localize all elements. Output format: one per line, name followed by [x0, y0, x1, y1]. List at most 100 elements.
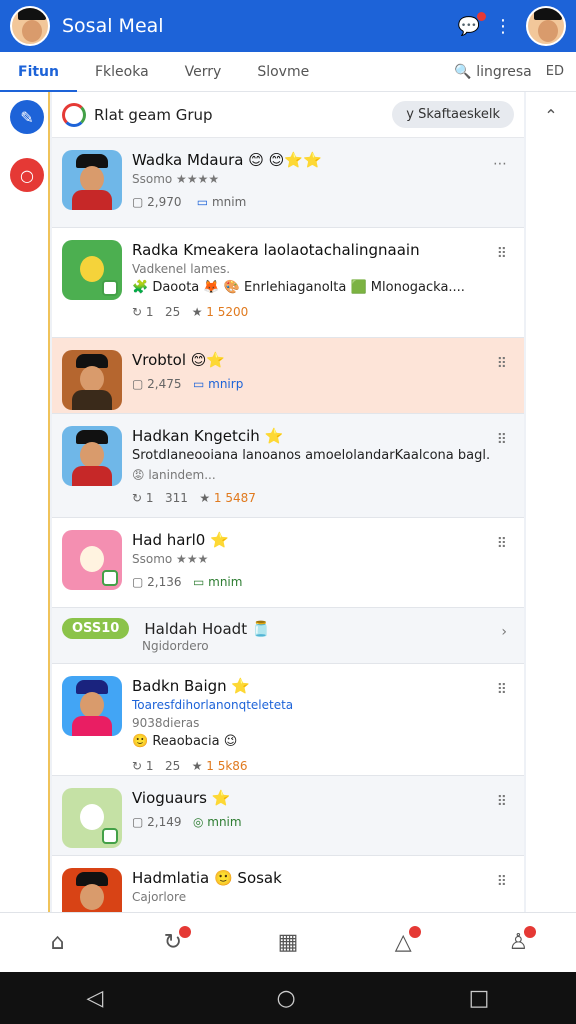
- stat-label: mnim: [207, 815, 242, 829]
- item-sub: Ssomo ★★★★: [132, 172, 220, 186]
- bottom-nav: ⌂ ↻ ▦ △ ♙: [0, 912, 576, 972]
- list-item[interactable]: Hadkan Kngetcih ⭐ Srotdlaneooiana lanoan…: [52, 414, 524, 518]
- app-title: Sosal Meal: [62, 15, 164, 37]
- home-icon[interactable]: ⌂: [38, 930, 78, 955]
- item-name: Hadmlatia 🙂 Sosak: [132, 869, 282, 887]
- drag-handle-icon[interactable]: ⠿: [497, 874, 508, 890]
- item-desc: 🧩 Daoota 🦊 🎨 Enrlehiaganolta 🟩 Mlonogack…: [132, 280, 465, 295]
- bell-icon[interactable]: △: [383, 926, 423, 955]
- stat-count: 1: [145, 305, 154, 319]
- tab-slovme[interactable]: Slovme: [239, 52, 327, 92]
- item-desc-2: 🙂 Reaobacia 😉: [132, 734, 238, 749]
- search-icon: 🔍: [454, 63, 472, 80]
- drag-handle-icon[interactable]: ⠿: [497, 356, 508, 372]
- profile-icon[interactable]: ♙: [498, 926, 538, 955]
- promo-badge: OSS10: [62, 618, 130, 639]
- item-name: Wadka Mdaura 😊 😊⭐⭐: [132, 151, 322, 169]
- thumbnail: [62, 426, 122, 486]
- thumbnail: [62, 530, 122, 590]
- thumbnail: [62, 676, 122, 736]
- drag-handle-icon[interactable]: ⠿: [497, 682, 508, 698]
- drag-handle-icon[interactable]: ⠿: [497, 794, 508, 810]
- item-name: Vrobtol 😊⭐: [132, 351, 226, 369]
- tab-fitun[interactable]: Fitun: [0, 52, 77, 92]
- promo-row[interactable]: OSS10 Haldah Hoadt 🫙 Ngidordero ›: [52, 608, 524, 664]
- list-item[interactable]: Vioguaurs ⭐ ▢ 2,149 ◎ mnim ⠿: [52, 776, 524, 856]
- feed-list[interactable]: Rlat geam Grup y Skaftaeskelk Wadka Mdau…: [52, 92, 524, 912]
- item-desc: Toaresfdihorlanonqteleteta: [132, 698, 294, 712]
- refresh-icon[interactable]: ↻: [153, 926, 193, 955]
- group-title: Rlat geam Grup: [94, 105, 213, 124]
- chevron-right-icon[interactable]: ›: [501, 624, 508, 640]
- more-vertical-icon[interactable]: ⋮: [494, 16, 512, 37]
- item-sub: 9038dieras: [132, 716, 200, 730]
- item-stats: ▢ 2,149 ◎ mnim: [132, 815, 242, 829]
- stat-count: 2,970: [147, 195, 182, 209]
- item-stats: ▢ 2,475 ▭ mnirp: [132, 377, 244, 391]
- tab-bar: Fitun Fkleoka Verry Slovme 🔍 lingresa ED: [0, 52, 576, 92]
- group-logo-icon: [62, 102, 86, 127]
- more-options-icon[interactable]: ⋯: [493, 156, 508, 172]
- calendar-icon[interactable]: ▦: [268, 930, 308, 955]
- search-label: lingresa: [476, 63, 532, 80]
- tab-verry[interactable]: Verry: [167, 52, 240, 92]
- stat-count: 1: [145, 759, 154, 773]
- item-sub: 😡 lanindem...: [132, 468, 216, 482]
- item-name: Hadkan Kngetcih ⭐: [132, 427, 284, 445]
- item-sub: Vadkenel lames.: [132, 262, 231, 276]
- list-item[interactable]: Radka Kmeakera laolaotachalingnaain Vadk…: [52, 228, 524, 338]
- pin-icon[interactable]: ✎: [10, 100, 44, 134]
- tab-fkleoka[interactable]: Fkleoka: [77, 52, 167, 92]
- recents-icon[interactable]: □: [469, 986, 490, 1011]
- stat-count-2: 311: [164, 491, 188, 505]
- list-item[interactable]: Wadka Mdaura 😊 😊⭐⭐ Ssomo ★★★★ ▢ 2,970 ▭ …: [52, 138, 524, 228]
- left-rail: ✎ ○: [0, 92, 50, 912]
- stat-count: 1: [145, 491, 154, 505]
- item-name: Vioguaurs ⭐: [132, 789, 231, 807]
- search-button[interactable]: 🔍 lingresa: [454, 64, 545, 80]
- drag-handle-icon[interactable]: ⠿: [497, 536, 508, 552]
- stat-value: 1 5200: [206, 305, 249, 319]
- thumbnail: [62, 350, 122, 410]
- top-app-bar: Sosal Meal 💬 ⋮: [0, 0, 576, 52]
- list-item[interactable]: Badkn Baign ⭐ Toaresfdihorlanonqteleteta…: [52, 664, 524, 776]
- profile-avatar[interactable]: [10, 6, 50, 46]
- home-circle-icon[interactable]: ○: [276, 986, 295, 1011]
- list-item[interactable]: Hadmlatia 🙂 Sosak Cajorlore ⠿: [52, 856, 524, 912]
- group-filter-pill[interactable]: y Skaftaeskelk: [392, 101, 514, 128]
- thumbnail: [62, 788, 122, 848]
- stat-value: 1 5k86: [206, 759, 248, 773]
- item-stats: ↻ 1 25 ★ 1 5200: [132, 305, 249, 319]
- message-icon[interactable]: 💬: [458, 11, 486, 37]
- stat-label: mnim: [211, 195, 247, 209]
- item-name: Badkn Baign ⭐: [132, 677, 251, 695]
- drag-handle-icon[interactable]: ⠿: [497, 432, 508, 448]
- item-stats: ▢ 2,136 ▭ mnim: [132, 575, 243, 589]
- chevron-up-icon[interactable]: ⌃: [544, 106, 557, 125]
- item-name: Had harl0 ⭐: [132, 531, 229, 549]
- tab-end-button[interactable]: ED: [546, 64, 576, 79]
- promo-sub: Ngidordero: [142, 639, 209, 653]
- user-avatar[interactable]: [526, 6, 566, 46]
- item-stats: ↻ 1 311 ★ 1 5487: [132, 491, 256, 505]
- item-sub: Ssomo ★★★: [132, 552, 209, 566]
- system-nav-bar: ◁ ○ □: [0, 972, 576, 1024]
- list-item[interactable]: Vrobtol 😊⭐ ▢ 2,475 ▭ mnirp ⠿: [52, 338, 524, 414]
- chat-icon[interactable]: ○: [10, 158, 44, 192]
- stat-label: mnirp: [208, 377, 244, 391]
- group-header: Rlat geam Grup y Skaftaeskelk: [52, 92, 524, 138]
- back-icon[interactable]: ◁: [87, 986, 104, 1011]
- stat-count-2: 25: [164, 305, 181, 319]
- stat-label: mnim: [208, 575, 243, 589]
- item-desc: Srotdlaneooiana lanoanos amoelolandarKaa…: [132, 448, 491, 463]
- thumbnail: [62, 868, 122, 912]
- stat-count: 2,136: [147, 575, 182, 589]
- item-stats: ▢ 2,970 ▭ mnim: [132, 195, 247, 209]
- thumbnail: [62, 240, 122, 300]
- list-item[interactable]: Had harl0 ⭐ Ssomo ★★★ ▢ 2,136 ▭ mnim ⠿: [52, 518, 524, 608]
- stat-count: 2,475: [147, 377, 182, 391]
- stat-count-2: 25: [164, 759, 181, 773]
- drag-handle-icon[interactable]: ⠿: [497, 246, 508, 262]
- promo-name: Haldah Hoadt 🫙: [144, 619, 271, 638]
- right-rail: ⌃: [526, 92, 576, 912]
